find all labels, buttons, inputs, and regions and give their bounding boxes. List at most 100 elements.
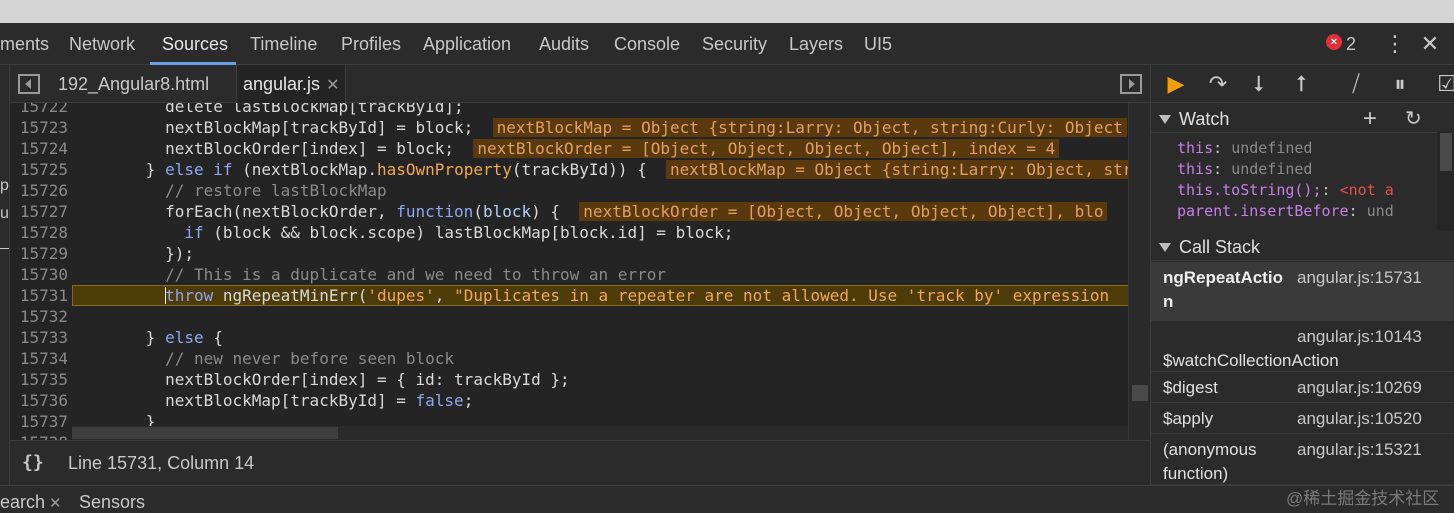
file-tab-angular[interactable]: angular.js ✕ [236, 65, 347, 105]
close-icon[interactable]: ✕ [49, 495, 62, 512]
clipped-text: _A [0, 233, 9, 250]
code-line[interactable]: 15728 if (block && block.scope) lastBloc… [10, 222, 1150, 243]
watch-expression[interactable]: this: undefined [1177, 138, 1437, 159]
tab-ui5[interactable]: UI5 [864, 23, 892, 65]
code-line[interactable]: 15729 }); [10, 243, 1150, 264]
tab-layers[interactable]: Layers [789, 23, 843, 65]
code-line[interactable]: 15736 nextBlockMap[trackById] = false; [10, 390, 1150, 411]
frame-location[interactable]: angular.js:10269 [1297, 376, 1422, 400]
tab-security[interactable]: Security [702, 23, 767, 65]
line-number[interactable]: 15736 [10, 390, 68, 411]
editor-vertical-scrollbar[interactable] [1128, 103, 1150, 440]
call-stack-frame[interactable]: $digest angular.js:10269 [1151, 372, 1454, 403]
scroll-thumb[interactable] [1132, 385, 1148, 401]
drawer-tab-search[interactable]: earch ✕ [0, 486, 62, 513]
call-stack-frame[interactable]: ngRepeatActio n angular.js:15731 [1151, 262, 1454, 321]
tab-audits[interactable]: Audits [539, 23, 589, 65]
line-number[interactable]: 15735 [10, 369, 68, 390]
tab-timeline[interactable]: Timeline [250, 23, 317, 65]
watch-expression[interactable]: parent.insertBefore: und [1177, 201, 1437, 222]
code-line[interactable]: 15735 nextBlockOrder[index] = { id: trac… [10, 369, 1150, 390]
drawer-tab-sensors[interactable]: Sensors [79, 486, 145, 513]
resume-icon[interactable]: ▶︎ [1161, 71, 1191, 97]
tab-elements[interactable]: ments [0, 23, 49, 65]
tab-sources[interactable]: Sources [162, 23, 228, 65]
tab-profiles[interactable]: Profiles [341, 23, 401, 65]
watch-section-header[interactable]: Watch + ↻ [1151, 105, 1454, 133]
file-tab-label: angular.js [243, 74, 321, 94]
line-number[interactable]: 15728 [10, 222, 68, 243]
async-checkbox-icon[interactable]: ☑ [1435, 71, 1454, 97]
elements-panel-edge: p ul _A [0, 65, 10, 485]
close-devtools-icon[interactable]: ✕ [1418, 23, 1442, 65]
watch-expression[interactable]: this: undefined [1177, 159, 1437, 180]
pause-on-exceptions-icon[interactable]: ⏸ [1385, 71, 1415, 97]
code-line[interactable]: 15727 forEach(nextBlockOrder, function(b… [10, 201, 1150, 222]
tab-network[interactable]: Network [69, 23, 135, 65]
editor-horizontal-scrollbar[interactable] [72, 426, 1128, 440]
toggle-navigator-icon[interactable] [18, 74, 40, 94]
code-line[interactable]: 15733 } else { [10, 327, 1150, 348]
call-stack-frame[interactable]: (anonymous function) angular.js:15321 [1151, 434, 1454, 485]
frame-location[interactable]: angular.js:10143 [1297, 325, 1422, 349]
code-line[interactable]: 15730 // This is a duplicate and we need… [10, 264, 1150, 285]
scroll-thumb[interactable] [72, 427, 338, 439]
line-number[interactable]: 15732 [10, 306, 68, 327]
code-line[interactable]: 15722 delete lastBlockMap[trackById]; [10, 103, 1150, 117]
toggle-debugger-sidebar-icon[interactable] [1120, 74, 1142, 94]
tab-application[interactable]: Application [423, 23, 511, 65]
code-line[interactable]: 15726 // restore lastBlockMap [10, 180, 1150, 201]
line-number[interactable]: 15727 [10, 201, 68, 222]
code-token: function [396, 202, 474, 221]
line-number[interactable]: 15725 [10, 159, 68, 180]
deactivate-breakpoints-icon[interactable]: ⧸ [1341, 71, 1371, 97]
file-tab-html[interactable]: 192_Angular8.html [52, 65, 215, 103]
watch-title: Watch [1179, 109, 1230, 129]
line-number[interactable]: 15724 [10, 138, 68, 159]
error-count[interactable]: 2 [1346, 23, 1356, 65]
more-options-icon[interactable]: ⋮ [1384, 23, 1406, 65]
call-stack-frame[interactable]: $watchCollectionAction angular.js:10143 [1151, 321, 1454, 372]
close-icon[interactable]: ✕ [326, 67, 339, 105]
code-token: (trackById)) { [511, 160, 666, 179]
frame-location[interactable]: angular.js:15321 [1297, 438, 1422, 462]
pretty-print-icon[interactable]: {} [22, 452, 44, 473]
line-number[interactable]: 15738 [10, 432, 68, 440]
code-token: forEach(nextBlockOrder, [88, 202, 397, 221]
error-icon[interactable]: × [1326, 34, 1342, 50]
line-number[interactable]: 15733 [10, 327, 68, 348]
scroll-thumb[interactable] [1440, 133, 1452, 171]
code-line[interactable]: 15723 nextBlockMap[trackById] = block; n… [10, 117, 1150, 138]
call-stack-frame[interactable]: $apply angular.js:10520 [1151, 403, 1454, 434]
line-number[interactable]: 15734 [10, 348, 68, 369]
tab-console[interactable]: Console [614, 23, 680, 65]
add-watch-icon[interactable]: + [1363, 105, 1377, 133]
watch-scrollbar[interactable] [1437, 131, 1454, 231]
frame-location[interactable]: angular.js:15731 [1297, 266, 1422, 290]
code-line[interactable]: 15725 } else if (nextBlockMap.hasOwnProp… [10, 159, 1150, 180]
frame-function-name: ngRepeatActio n [1163, 268, 1283, 311]
line-number[interactable]: 15722 [10, 103, 68, 117]
watch-expression-value: undefined [1231, 160, 1313, 178]
code-token: (nextBlockMap. [232, 160, 377, 179]
line-number[interactable]: 15730 [10, 264, 68, 285]
code-line[interactable]: 15734 // new never before seen block [10, 348, 1150, 369]
step-out-icon[interactable]: ⭡ [1289, 71, 1313, 97]
line-number[interactable]: 15729 [10, 243, 68, 264]
line-number[interactable]: 15731 [10, 285, 68, 306]
line-number[interactable]: 15737 [10, 411, 68, 432]
line-number[interactable]: 15723 [10, 117, 68, 138]
step-into-icon[interactable]: ⭣ [1247, 71, 1271, 97]
line-number[interactable]: 15726 [10, 180, 68, 201]
refresh-icon[interactable]: ↻ [1405, 105, 1422, 133]
current-execution-line[interactable]: 15731 throw ngRepeatMinErr('dupes', "Dup… [10, 285, 1150, 306]
code-editor[interactable]: 15722 delete lastBlockMap[trackById]; 157… [10, 103, 1150, 440]
frame-location[interactable]: angular.js:10520 [1297, 407, 1422, 431]
code-line[interactable]: 15724 nextBlockOrder[index] = block; nex… [10, 138, 1150, 159]
step-over-icon[interactable]: ↷ [1203, 71, 1233, 97]
watch-expression[interactable]: this.toString();: <not a [1177, 180, 1437, 201]
call-stack-section-header[interactable]: Call Stack [1151, 233, 1454, 261]
code-line[interactable]: 15732 [10, 306, 1150, 327]
code-token: nextBlockMap[trackById] = block; [88, 118, 493, 137]
devtools-main-tabs: ments Network Sources Timeline Profiles … [0, 23, 1454, 65]
